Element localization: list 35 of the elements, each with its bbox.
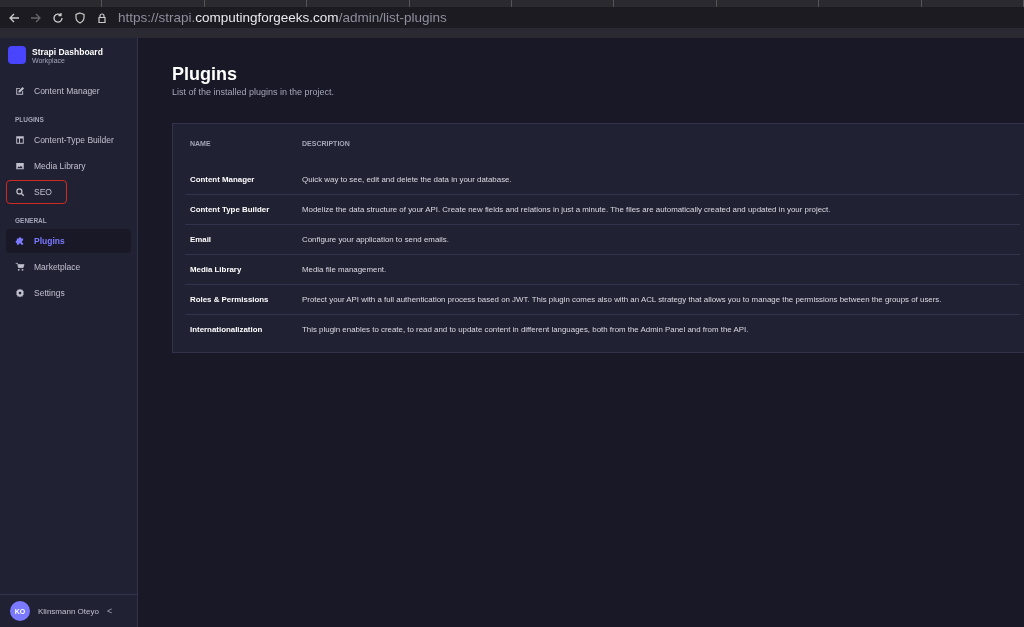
page-title: Plugins xyxy=(172,64,238,85)
sidebar-item[interactable]: Marketplace xyxy=(6,255,131,279)
collapse-toggle[interactable]: < xyxy=(106,606,113,616)
browser-tab[interactable] xyxy=(512,0,615,7)
sidebar-item[interactable]: Content Manager xyxy=(6,79,131,103)
browser-tab[interactable] xyxy=(614,0,717,7)
search-icon xyxy=(15,187,25,197)
sidebar-item[interactable]: Settings xyxy=(6,281,131,305)
workspace-title: Strapi Dashboard xyxy=(32,46,103,57)
sidebar-item[interactable]: SEO xyxy=(6,180,67,204)
browser-tab[interactable] xyxy=(307,0,410,7)
browser-tab[interactable] xyxy=(204,0,308,7)
lock-icon xyxy=(96,11,108,24)
page-subtitle: List of the installed plugins in the project. xyxy=(172,87,336,97)
forward-icon[interactable] xyxy=(30,11,42,24)
browser-tab[interactable] xyxy=(819,0,922,7)
settings-icon xyxy=(15,288,25,298)
address-url[interactable]: https://strapi.computingforgeeks.com/admin/list-plugins xyxy=(118,10,447,25)
sidebar-item[interactable]: Content-Type Builder xyxy=(6,128,131,152)
shield-icon xyxy=(74,11,86,24)
browser-tab[interactable] xyxy=(409,0,513,7)
edit-icon xyxy=(15,86,25,96)
browser-tab[interactable] xyxy=(102,0,205,7)
reload-icon[interactable] xyxy=(52,11,64,24)
sidebar-item[interactable]: Media Library xyxy=(6,154,131,178)
puzzle-icon xyxy=(15,236,25,246)
back-icon[interactable] xyxy=(8,11,20,24)
layout-icon xyxy=(15,135,25,145)
browser-tab[interactable] xyxy=(716,0,820,7)
user-name: Klinsmann Oteyo xyxy=(38,606,99,616)
image-icon xyxy=(15,161,25,171)
sidebar-item[interactable]: Plugins xyxy=(6,229,131,253)
logo-icon xyxy=(8,46,26,64)
browser-tab[interactable] xyxy=(921,0,1024,7)
cart-icon xyxy=(15,262,25,272)
